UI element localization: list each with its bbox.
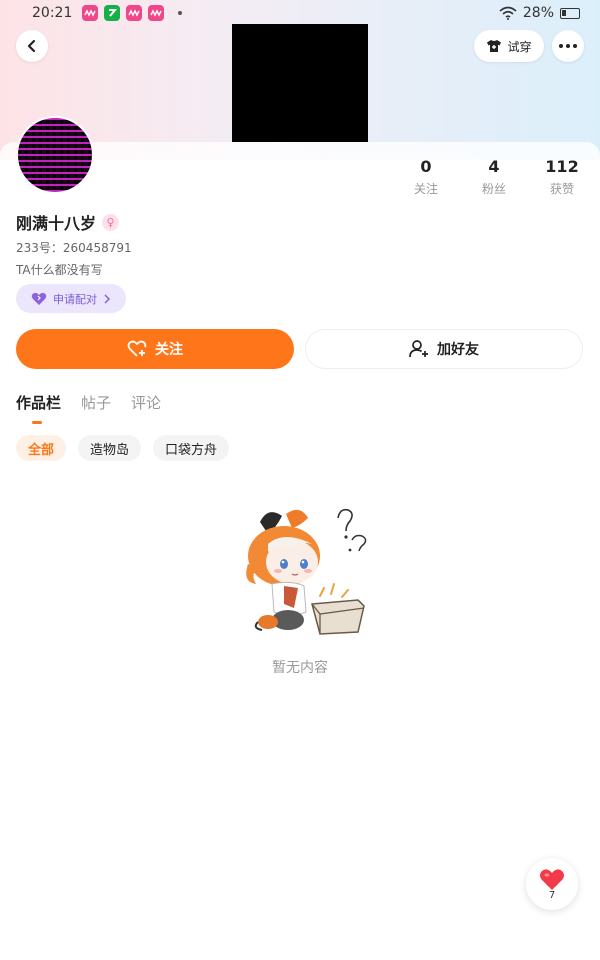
username-row: 刚满十八岁 ♀ xyxy=(16,210,120,234)
stat-following-value: 0 xyxy=(420,157,432,176)
back-button[interactable] xyxy=(16,30,48,62)
chevron-right-icon xyxy=(104,294,110,303)
stat-fans[interactable]: 4 粉丝 xyxy=(464,157,524,197)
stat-fans-value: 4 xyxy=(488,157,500,176)
tshirt-icon xyxy=(487,40,502,52)
app-notification-icon xyxy=(82,5,99,21)
more-dot-icon xyxy=(559,44,563,48)
active-tab-indicator xyxy=(32,421,42,424)
follow-button[interactable]: 关注 xyxy=(16,329,294,369)
tryon-label: 试穿 xyxy=(507,39,532,54)
battery-percent: 28% xyxy=(522,5,554,21)
add-user-icon xyxy=(409,340,428,358)
female-icon: ♀ xyxy=(102,213,120,231)
tryon-button[interactable]: 试穿 xyxy=(474,30,544,62)
pair-request-label: 申请配对 xyxy=(53,292,97,306)
status-time: 20:21 xyxy=(32,5,73,21)
app-notification-icon xyxy=(148,5,165,21)
bio: TA什么都没有写 xyxy=(16,263,103,277)
user-id: 233号：260458791 xyxy=(16,241,132,255)
redacted-banner xyxy=(232,24,368,142)
stat-fans-label: 粉丝 xyxy=(481,182,506,196)
add-friend-label: 加好友 xyxy=(437,342,479,358)
heart-plus-icon xyxy=(127,340,147,357)
follow-label: 关注 xyxy=(155,342,183,358)
app-notification-icon xyxy=(126,5,143,21)
avatar[interactable] xyxy=(16,116,94,194)
green-app-icon xyxy=(104,5,121,21)
add-friend-button[interactable]: 加好友 xyxy=(305,329,583,369)
more-dot-icon xyxy=(573,44,577,48)
back-arrow-icon xyxy=(27,39,36,53)
like-count: 7 xyxy=(548,889,556,901)
stat-following[interactable]: 0 关注 xyxy=(396,157,456,197)
tab-comments[interactable]: 评论 xyxy=(131,392,161,413)
heart-pair-icon xyxy=(31,292,47,305)
pair-request-button[interactable]: 申请配对 xyxy=(16,284,126,313)
filter-all[interactable]: 全部 xyxy=(16,435,67,461)
wifi-icon xyxy=(499,6,517,20)
stat-following-label: 关注 xyxy=(413,182,438,196)
filter-pocket-ark[interactable]: 口袋方舟 xyxy=(153,435,230,461)
username: 刚满十八岁 xyxy=(16,214,97,233)
tab-works[interactable]: 作品栏 xyxy=(16,392,61,413)
tab-posts[interactable]: 帖子 xyxy=(81,392,111,413)
status-right: 28% xyxy=(499,5,580,21)
filter-creation-island[interactable]: 造物岛 xyxy=(78,435,142,461)
more-notifications-dot xyxy=(178,11,183,15)
stat-likes-label: 获赞 xyxy=(549,182,574,196)
empty-state-text: 暂无内容 xyxy=(272,660,328,676)
heart-icon xyxy=(540,868,564,890)
battery-icon xyxy=(560,7,580,19)
status-bar: 20:21 28% xyxy=(0,0,600,26)
more-options-button[interactable] xyxy=(552,30,584,62)
filter-chips: 全部 造物岛 口袋方舟 xyxy=(16,435,230,461)
stat-likes[interactable]: 112 获赞 xyxy=(532,157,592,197)
stat-likes-value: 112 xyxy=(545,157,579,176)
more-dot-icon xyxy=(566,44,570,48)
empty-state-illustration xyxy=(246,508,367,635)
content-tabs: 作品栏 帖子 评论 xyxy=(16,392,161,413)
floating-like-button[interactable]: 7 xyxy=(526,858,578,910)
